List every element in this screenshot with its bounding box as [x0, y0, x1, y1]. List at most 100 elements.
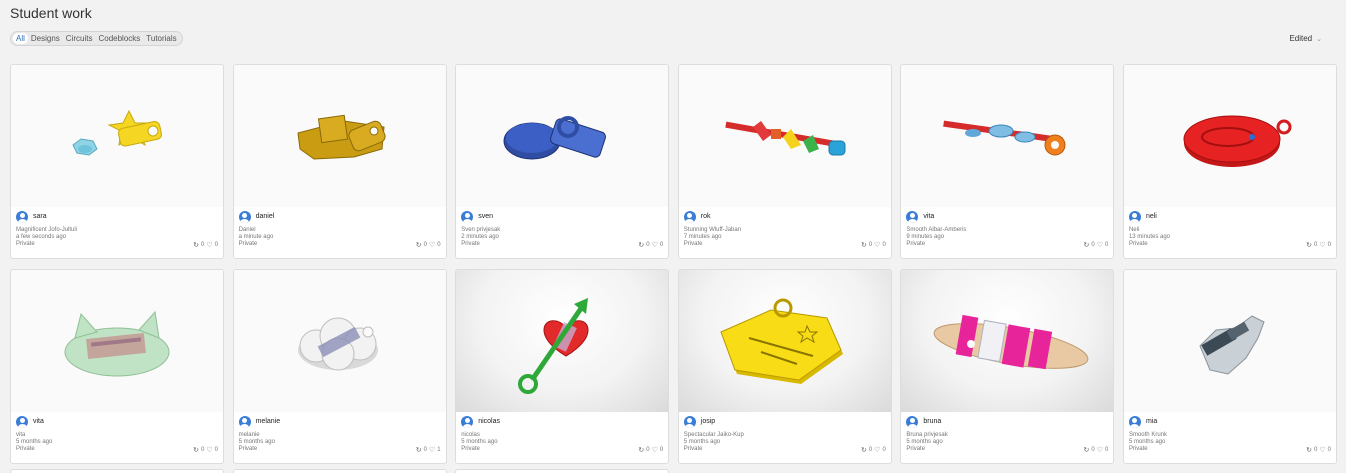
design-card-partial[interactable] — [233, 469, 447, 473]
timestamp: 5 months ago — [461, 439, 498, 445]
avatar — [16, 211, 28, 223]
timestamp: 7 minutes ago — [683, 234, 722, 240]
stats: ↻ 0 ♡ 0 — [1084, 241, 1109, 249]
stats: ↻ 0 ♡ 1 — [416, 446, 441, 454]
timestamp: 5 months ago — [1128, 439, 1166, 445]
tab-codeblocks[interactable]: Codeblocks — [95, 33, 143, 44]
design-card[interactable]: nicolas nicolas 5 months ago Private ↻ 0 … — [455, 269, 670, 464]
design-name: Neli — [1128, 227, 1140, 233]
timestamp: 2 minutes ago — [461, 234, 499, 240]
username[interactable]: nicolas — [478, 418, 500, 425]
stats: ↻ 0 ♡ 0 — [861, 241, 886, 249]
heart-icon: ♡ — [651, 242, 658, 249]
design-card[interactable]: rok Stunning Wluff-Jaban 7 minutes ago P… — [677, 64, 892, 259]
heart-icon: ♡ — [1319, 447, 1326, 454]
copies-icon: ↻ — [415, 447, 422, 454]
avatar — [683, 416, 696, 428]
design-card[interactable]: sara Magnificent Jofo-Jultuli a few seco… — [10, 64, 224, 259]
design-card[interactable]: melanie melanie 5 months ago Private ↻ 0 … — [232, 269, 447, 464]
username[interactable]: rok — [701, 213, 711, 220]
design-card[interactable]: daniel Daniel a minute ago Private ↻ 0 ♡ 0 — [232, 64, 447, 259]
design-name: Daniel — [238, 227, 256, 233]
privacy-label: Private — [16, 241, 35, 247]
privacy-label: Private — [238, 241, 258, 247]
copy-count: 0 — [423, 242, 427, 248]
stats: ↻ 0 ♡ 0 — [1306, 446, 1331, 454]
copies-icon: ↻ — [193, 242, 200, 249]
like-count: 0 — [1105, 242, 1109, 248]
copy-count: 0 — [201, 447, 205, 453]
heart-icon: ♡ — [651, 447, 658, 454]
like-count: 0 — [1327, 447, 1331, 453]
sort-label: Edited — [1289, 34, 1313, 43]
heart-icon: ♡ — [428, 242, 436, 249]
avatar — [461, 211, 474, 223]
design-card[interactable]: neli Neli 13 minutes ago Private ↻ 0 ♡ 0 — [1122, 64, 1337, 259]
design-thumbnail — [11, 270, 223, 412]
timestamp: 5 months ago — [16, 439, 53, 445]
design-card[interactable]: josip Spectacular Jaiko-Kup 5 months ago… — [677, 269, 892, 464]
username[interactable]: vita — [33, 418, 44, 425]
tab-tutorials[interactable]: Tutorials — [143, 33, 179, 44]
copies-icon: ↻ — [193, 447, 200, 454]
copy-count: 0 — [646, 447, 650, 453]
heart-icon: ♡ — [1319, 242, 1326, 249]
design-thumbnail — [11, 65, 223, 207]
design-thumbnail — [678, 270, 891, 412]
privacy-label: Private — [461, 446, 480, 452]
tab-circuits[interactable]: Circuits — [63, 33, 96, 44]
copy-count: 0 — [868, 242, 873, 248]
design-card[interactable]: sven Sven privjesak 2 minutes ago Privat… — [455, 64, 670, 259]
stats: ↻ 0 ♡ 0 — [416, 241, 441, 249]
design-name: nicolas — [461, 432, 480, 438]
tab-designs[interactable]: Designs — [28, 33, 63, 44]
design-card-partial[interactable] — [10, 469, 224, 473]
copies-icon: ↻ — [1083, 242, 1090, 249]
like-count: 0 — [882, 447, 886, 453]
username[interactable]: bruna — [923, 418, 941, 425]
copies-icon: ↻ — [638, 242, 645, 249]
design-thumbnail — [1123, 65, 1336, 207]
username[interactable]: sven — [478, 213, 493, 220]
avatar — [238, 211, 251, 223]
privacy-label: Private — [1128, 446, 1148, 452]
sort-dropdown[interactable]: Edited ⌄ — [1289, 34, 1322, 43]
copies-icon: ↻ — [1306, 447, 1312, 454]
tab-all[interactable]: All — [13, 33, 28, 44]
avatar — [238, 416, 251, 428]
username[interactable]: daniel — [256, 213, 275, 220]
design-card[interactable]: vita Smooth Albar-Amberis 9 minutes ago … — [900, 64, 1115, 259]
avatar — [1128, 211, 1141, 223]
design-name: Smooth Albar-Amberis — [906, 227, 967, 233]
copies-icon: ↻ — [638, 447, 645, 454]
copy-count: 0 — [423, 447, 427, 453]
design-name: Bruna privjesak — [906, 432, 948, 438]
heart-icon: ♡ — [1096, 242, 1104, 249]
username[interactable]: mia — [1146, 418, 1157, 425]
stats: ↻ 0 ♡ 0 — [638, 241, 663, 249]
username[interactable]: neli — [1146, 213, 1157, 220]
design-name: Sven privjesak — [461, 227, 501, 233]
privacy-label: Private — [238, 446, 258, 452]
design-card[interactable]: mia Smooth Krunk 5 months ago Private ↻ 0… — [1122, 269, 1337, 464]
design-thumbnail — [456, 65, 669, 207]
username[interactable]: vita — [923, 213, 934, 220]
like-count: 0 — [437, 242, 441, 248]
like-count: 0 — [882, 242, 886, 248]
design-thumbnail — [1123, 270, 1336, 412]
heart-icon: ♡ — [428, 447, 436, 454]
copy-count: 0 — [1091, 447, 1095, 453]
privacy-label: Private — [683, 241, 703, 247]
design-card[interactable]: vita vita 5 months ago Private ↻ 0 ♡ 0 — [10, 269, 224, 464]
design-card[interactable]: bruna Bruna privjesak 5 months ago Priva… — [900, 269, 1115, 464]
stats: ↻ 0 ♡ 0 — [638, 446, 663, 454]
username[interactable]: sara — [33, 213, 47, 220]
timestamp: 5 months ago — [683, 439, 721, 445]
username[interactable]: melanie — [256, 418, 281, 425]
copy-count: 0 — [868, 447, 873, 453]
avatar — [16, 416, 28, 428]
username[interactable]: josip — [701, 418, 715, 425]
design-thumbnail — [233, 65, 446, 207]
privacy-label: Private — [683, 446, 703, 452]
design-card-partial[interactable] — [455, 469, 669, 473]
